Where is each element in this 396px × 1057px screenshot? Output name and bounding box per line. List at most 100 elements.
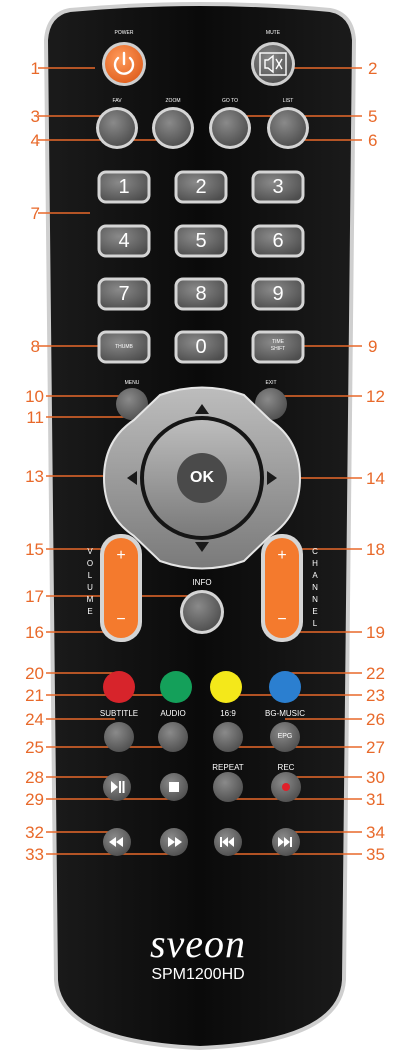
green-button[interactable] xyxy=(160,671,192,703)
callout-26: 26 xyxy=(366,710,385,729)
zoom-button[interactable] xyxy=(152,107,194,149)
digit-label-6: 6 xyxy=(272,230,284,252)
volume-letter: E xyxy=(87,607,93,616)
callout-2: 2 xyxy=(368,59,378,78)
aspect-caption: 16:9 xyxy=(220,709,236,718)
callout-34: 34 xyxy=(366,823,385,842)
callout-23: 23 xyxy=(366,686,385,705)
digit-label-5: 5 xyxy=(195,230,207,252)
fav-button[interactable] xyxy=(96,107,138,149)
callout-22: 22 xyxy=(366,664,385,683)
volume-letter: U xyxy=(87,583,93,592)
digit-label-4: 4 xyxy=(118,230,130,252)
audio-button[interactable] xyxy=(158,722,188,752)
fast-forward-button[interactable] xyxy=(160,828,188,856)
epg-label: EPG xyxy=(277,733,293,740)
timeshift-label-line1: TIME xyxy=(272,339,284,345)
audio-caption: AUDIO xyxy=(160,709,186,718)
volume-letter: O xyxy=(86,559,94,568)
aspect-button[interactable] xyxy=(213,722,243,752)
callout-21: 21 xyxy=(25,686,44,705)
thumb-label: THUMB xyxy=(115,344,133,350)
power-caption: POWER xyxy=(114,30,134,36)
exit-caption: EXIT xyxy=(265,380,277,386)
callout-6: 6 xyxy=(368,131,378,150)
channel-letter: L xyxy=(312,619,318,628)
list-caption: LIST xyxy=(282,98,294,104)
callout-32: 32 xyxy=(25,823,44,842)
callout-28: 28 xyxy=(25,768,44,787)
subtitle-button[interactable] xyxy=(104,722,134,752)
subtitle-caption: SUBTITLE xyxy=(99,709,139,718)
ok-label: OK xyxy=(190,469,214,486)
brand-logo: sveon xyxy=(149,921,247,966)
callout-27: 27 xyxy=(366,738,385,757)
power-button[interactable] xyxy=(102,42,146,86)
callout-3: 3 xyxy=(30,107,40,126)
next-button[interactable] xyxy=(272,828,300,856)
info-button[interactable] xyxy=(180,590,224,634)
rec-button[interactable] xyxy=(271,772,301,802)
fav-caption: FAV xyxy=(112,98,122,104)
volume-letter: M xyxy=(86,595,94,604)
callout-17: 17 xyxy=(25,587,44,606)
prev-button[interactable] xyxy=(214,828,242,856)
blue-button[interactable] xyxy=(269,671,301,703)
callout-19: 19 xyxy=(366,623,385,642)
digit-label-3: 3 xyxy=(272,176,284,198)
callout-8: 8 xyxy=(30,337,40,356)
info-caption: INFO xyxy=(192,578,212,587)
zoom-caption: ZOOM xyxy=(165,98,181,104)
yellow-button[interactable] xyxy=(210,671,242,703)
volume-plus-label: + xyxy=(116,547,126,564)
callout-10: 10 xyxy=(25,387,44,406)
callout-20: 20 xyxy=(25,664,44,683)
model-name: SPM1200HD xyxy=(151,966,245,983)
callout-9: 9 xyxy=(368,337,378,356)
repeat-button[interactable] xyxy=(213,772,243,802)
menu-caption: MENU xyxy=(124,380,140,386)
callout-24: 24 xyxy=(25,710,44,729)
digit-label-7: 7 xyxy=(118,283,130,305)
goto-caption: GO TO xyxy=(222,98,238,104)
channel-letter: E xyxy=(312,607,318,616)
callout-14: 14 xyxy=(366,469,385,488)
channel-letter: N xyxy=(312,595,318,604)
rec-caption: REC xyxy=(277,763,295,772)
channel-letter: N xyxy=(312,583,318,592)
goto-button[interactable] xyxy=(209,107,251,149)
callout-35: 35 xyxy=(366,845,385,864)
channel-letter: A xyxy=(312,571,318,580)
callout-4: 4 xyxy=(30,131,40,150)
red-button[interactable] xyxy=(103,671,135,703)
list-button[interactable] xyxy=(267,107,309,149)
callout-33: 33 xyxy=(25,845,44,864)
digit-label-2: 2 xyxy=(195,176,207,198)
rewind-button[interactable] xyxy=(103,828,131,856)
channel-plus-label: + xyxy=(277,547,287,564)
callout-7: 7 xyxy=(30,204,40,223)
callout-13: 13 xyxy=(25,467,44,486)
channel-minus-label: − xyxy=(277,611,287,628)
channel-letter: H xyxy=(312,559,318,568)
callout-16: 16 xyxy=(25,623,44,642)
volume-minus-label: − xyxy=(116,611,126,628)
callout-1: 1 xyxy=(30,59,40,78)
play-pause-button[interactable] xyxy=(103,773,131,801)
callout-5: 5 xyxy=(368,107,378,126)
stop-icon xyxy=(169,782,179,792)
volume-letter: L xyxy=(87,571,93,580)
volume-letter: V xyxy=(87,547,93,556)
callout-29: 29 xyxy=(25,790,44,809)
callout-30: 30 xyxy=(366,768,385,787)
mute-button[interactable] xyxy=(251,42,295,86)
digit-label-0: 0 xyxy=(195,336,207,358)
bgmusic-caption: BG-MUSIC xyxy=(265,709,305,718)
record-icon xyxy=(282,783,290,791)
callout-25: 25 xyxy=(25,738,44,757)
digit-label-1: 1 xyxy=(118,176,130,198)
callout-31: 31 xyxy=(366,790,385,809)
digit-label-9: 9 xyxy=(272,283,284,305)
stop-button[interactable] xyxy=(160,773,188,801)
callout-15: 15 xyxy=(25,540,44,559)
